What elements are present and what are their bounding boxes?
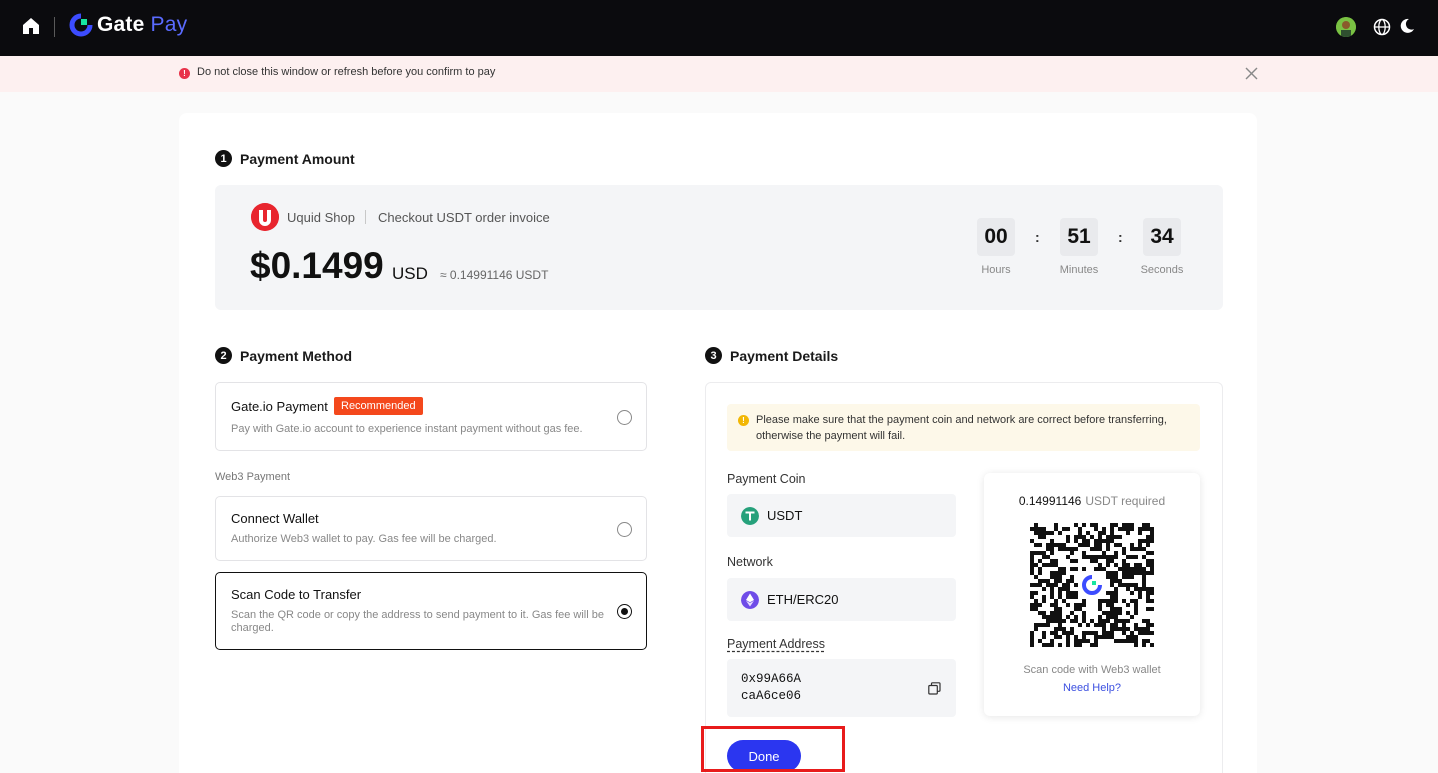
web3-payment-label: Web3 Payment [215, 471, 291, 483]
qr-amount-value: 0.14991146 [1018, 494, 1082, 508]
timer-colon: : [1035, 229, 1040, 245]
qr-amount-unit: USDT required [1085, 494, 1166, 508]
amount-value: $0.1499 [250, 245, 384, 286]
qr-hint: Scan code with Web3 wallet [1023, 664, 1161, 676]
radio-scan-code[interactable] [617, 604, 632, 619]
logo-text: Gate Pay [97, 13, 188, 36]
close-icon[interactable] [1244, 66, 1259, 81]
option-description: Pay with Gate.io account to experience i… [231, 423, 583, 435]
option-title: Gate.io Payment [231, 399, 328, 414]
payment-coin-value: USDT [767, 508, 803, 523]
banner-text: Do not close this window or refresh befo… [197, 66, 496, 78]
radio-connect-wallet[interactable] [617, 522, 632, 537]
option-description: Scan the QR code or copy the address to … [231, 609, 604, 634]
timer-seconds: 34 [1143, 218, 1181, 256]
section-title-text: Payment Details [730, 347, 839, 364]
need-help-link[interactable]: Need Help? [984, 682, 1200, 694]
network-notice: ! Please make sure that the payment coin… [727, 404, 1200, 451]
top-bar: Gate Pay [0, 0, 1438, 56]
option-title: Connect Wallet [231, 511, 319, 526]
payment-qr-code [1030, 523, 1154, 647]
notice-text: Please make sure that the payment coin a… [756, 414, 1167, 442]
option-title: Scan Code to Transfer [231, 587, 362, 602]
globe-icon[interactable] [1373, 18, 1391, 36]
payment-address-label: Payment Address [727, 637, 825, 651]
option-gateio-payment[interactable]: Gate.io Payment Recommended Pay with Gat… [215, 382, 647, 451]
radio-gateio[interactable] [617, 410, 632, 425]
network-label: Network [727, 555, 773, 569]
moon-icon[interactable] [1399, 18, 1415, 34]
network-field: ETH/ERC20 [727, 578, 956, 621]
gate-pay-logo[interactable]: Gate Pay [69, 13, 187, 37]
top-divider [54, 17, 55, 37]
timer-hours-label: Hours [981, 264, 1011, 276]
option-connect-wallet[interactable]: Connect Wallet Authorize Web3 wallet to … [215, 496, 647, 561]
shop-separator [365, 210, 366, 224]
alert-icon: ! [179, 68, 190, 79]
done-button[interactable]: Done [727, 740, 801, 772]
option-description: Authorize Web3 wallet to pay. Gas fee wi… [231, 533, 497, 545]
qr-card: 0.14991146 USDT required Scan code with W… [984, 473, 1200, 716]
warning-banner: ! Do not close this window or refresh be… [0, 56, 1438, 92]
recommended-badge: Recommended [334, 397, 423, 415]
home-icon[interactable] [22, 17, 40, 35]
shop-name: Uquid Shop [287, 210, 355, 225]
payment-address-value: 0x99A66A caA6ce06 [741, 671, 801, 705]
payment-method-heading: 2 Payment Method [215, 347, 352, 364]
section-title-text: Payment Amount [240, 150, 355, 167]
copy-icon[interactable] [928, 682, 941, 695]
shop-logo-icon [251, 203, 279, 231]
payment-coin-label: Payment Coin [727, 472, 806, 486]
amount-currency: USD [392, 264, 428, 283]
qr-required-amount: 0.14991146 USDT required [984, 494, 1200, 508]
step-badge: 2 [215, 347, 232, 364]
step-badge: 1 [215, 150, 232, 167]
payment-address-field[interactable]: 0x99A66A caA6ce06 [727, 659, 956, 717]
eth-icon [741, 591, 759, 609]
avatar-icon [1336, 17, 1356, 37]
amount-usdt-equivalent: ≈ 0.14991146 USDT [440, 268, 549, 282]
avatar[interactable] [1336, 17, 1356, 37]
timer-colon: : [1118, 229, 1123, 245]
option-scan-code[interactable]: Scan Code to Transfer Scan the QR code o… [215, 572, 647, 650]
payment-coin-field: USDT [727, 494, 956, 537]
address-line-2: caA6ce06 [741, 689, 802, 703]
warning-icon: ! [738, 415, 749, 426]
timer-minutes-label: Minutes [1059, 264, 1099, 276]
gate-logo-icon [69, 13, 93, 37]
payment-amount-heading: 1 Payment Amount [215, 150, 355, 167]
timer-seconds-label: Seconds [1140, 264, 1184, 276]
usdt-icon [741, 507, 759, 525]
timer-minutes: 51 [1060, 218, 1098, 256]
network-value: ETH/ERC20 [767, 592, 839, 607]
amount-box: Uquid Shop Checkout USDT order invoice $… [215, 185, 1223, 310]
payment-details-heading: 3 Payment Details [705, 347, 838, 364]
timer-hours: 00 [977, 218, 1015, 256]
order-description: Checkout USDT order invoice [378, 210, 550, 225]
step-badge: 3 [705, 347, 722, 364]
address-line-1: 0x99A66A [741, 672, 802, 686]
section-title-text: Payment Method [240, 347, 353, 364]
